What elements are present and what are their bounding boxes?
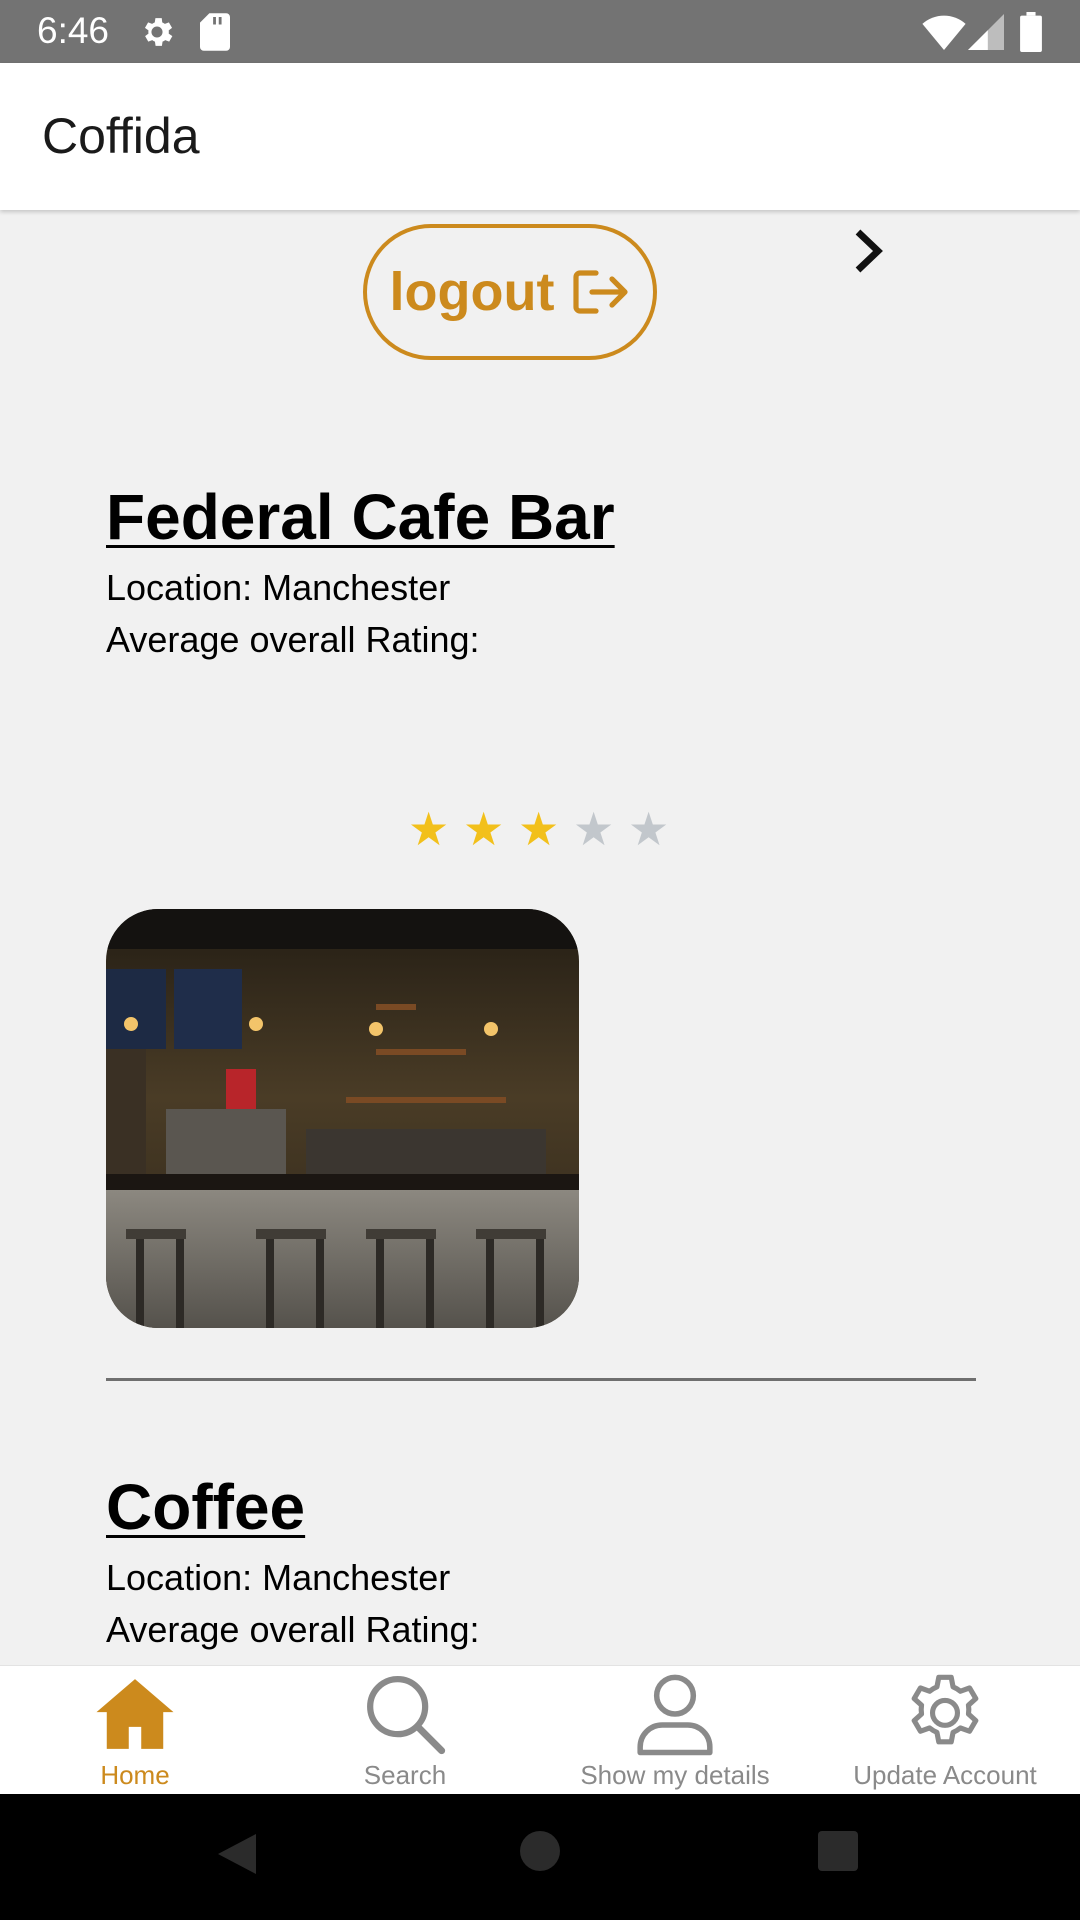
nav-search-label: Search: [363, 1760, 447, 1790]
shop-rating-label: Average overall Rating:: [106, 619, 480, 660]
cafe-photo: [106, 909, 579, 1328]
shop-location: Location: Manchester: [106, 567, 451, 608]
nav-show-details-label: Show my details: [580, 1760, 770, 1790]
nav-update-account-label: Update Account: [853, 1760, 1037, 1790]
logout-button[interactable]: logout: [363, 224, 657, 360]
search-icon: [367, 1676, 446, 1755]
shop-name[interactable]: Federal Cafe Bar: [106, 480, 615, 554]
logout-icon: [573, 270, 629, 314]
nav-show-details[interactable]: Show my details: [540, 1666, 810, 1795]
star-empty-icon: ★: [628, 803, 670, 855]
chevron-right-icon[interactable]: [852, 228, 886, 274]
nav-update-account[interactable]: Update Account: [810, 1666, 1080, 1795]
system-navigation-bar: [0, 1794, 1080, 1920]
shop-rating-label: Average overall Rating:: [106, 1609, 480, 1650]
shop-card: Federal Cafe Bar Location: Manchester Av…: [106, 480, 615, 666]
shop-card: Coffee Location: Manchester Average over…: [106, 1470, 480, 1656]
home-icon: [96, 1679, 174, 1749]
shop-list[interactable]: logout Federal Cafe Bar Location: Manche…: [0, 210, 1080, 1665]
signal-icon: [968, 14, 1004, 50]
shop-location: Location: Manchester: [106, 1557, 451, 1598]
nav-home[interactable]: Home: [0, 1666, 270, 1795]
star-filled-icon: ★: [518, 803, 560, 855]
nav-home-label: Home: [100, 1760, 170, 1790]
sd-card-icon: [200, 13, 230, 51]
app-bar: Coffida: [0, 63, 1080, 210]
battery-icon: [1020, 12, 1042, 52]
status-time: 6:46: [37, 10, 110, 51]
star-rating: ★ ★ ★ ★ ★: [408, 803, 670, 855]
star-filled-icon: ★: [463, 803, 505, 855]
divider: [106, 1378, 976, 1381]
person-icon: [637, 1674, 713, 1756]
back-icon[interactable]: [216, 1832, 258, 1876]
star-empty-icon: ★: [573, 803, 615, 855]
settings-gear-icon: [144, 18, 173, 46]
gear-icon: [911, 1674, 979, 1745]
logout-label: logout: [389, 262, 555, 322]
nav-search[interactable]: Search: [270, 1666, 540, 1795]
star-filled-icon: ★: [408, 803, 450, 855]
status-bar: 6:46: [0, 0, 1080, 63]
recents-square-icon[interactable]: [818, 1831, 858, 1871]
wifi-icon: [922, 15, 966, 50]
shop-name[interactable]: Coffee: [106, 1470, 480, 1544]
bottom-navigation: Home Search Show my details Update Accou…: [0, 1665, 1080, 1794]
app-title: Coffida: [42, 108, 200, 164]
home-circle-icon[interactable]: [520, 1831, 560, 1871]
